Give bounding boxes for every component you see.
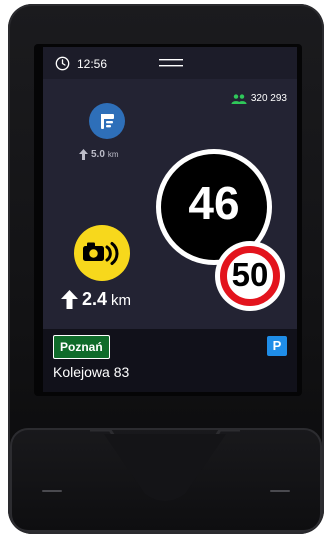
poi-marker-icon [101, 114, 114, 129]
arrow-up-icon [61, 290, 78, 309]
clock-icon [55, 56, 70, 71]
speed-camera-badge [74, 225, 130, 281]
indicator-led-left [42, 490, 62, 492]
indicator-led-right [270, 490, 290, 492]
speed-limit-value: 50 [231, 256, 269, 293]
poi-distance-unit: km [107, 150, 119, 159]
street-address: Kolejowa 83 [53, 364, 130, 380]
poi-badge [89, 103, 125, 139]
display-screen: 12:56 320 293 5.0 km 46 50 2.4 km Poznań… [43, 47, 297, 392]
camera-distance-unit: km [111, 292, 132, 309]
camera-distance-value: 2.4 [82, 289, 108, 309]
city-sign: Poznań [53, 335, 110, 359]
community-users: 320 293 [231, 93, 287, 104]
location-panel: Poznań P Kolejowa 83 [43, 329, 297, 392]
status-bar: 12:56 [43, 47, 297, 79]
device-mount-base [10, 428, 322, 532]
users-icon [231, 93, 247, 104]
speed-camera-distance: 2.4 km [61, 289, 131, 310]
speed-camera-icon [83, 242, 119, 265]
hamburger-menu-icon[interactable] [159, 58, 183, 68]
mount-notch [90, 428, 240, 501]
poi-distance: 5.0 km [79, 149, 119, 160]
current-speed-value: 46 [188, 177, 240, 229]
arrow-up-icon [79, 149, 88, 160]
clock-time: 12:56 [77, 57, 108, 71]
poi-distance-value: 5.0 [91, 149, 105, 160]
speed-limit-sign: 50 [215, 241, 285, 311]
parking-button[interactable]: P [267, 336, 287, 356]
users-count: 320 293 [250, 93, 287, 104]
